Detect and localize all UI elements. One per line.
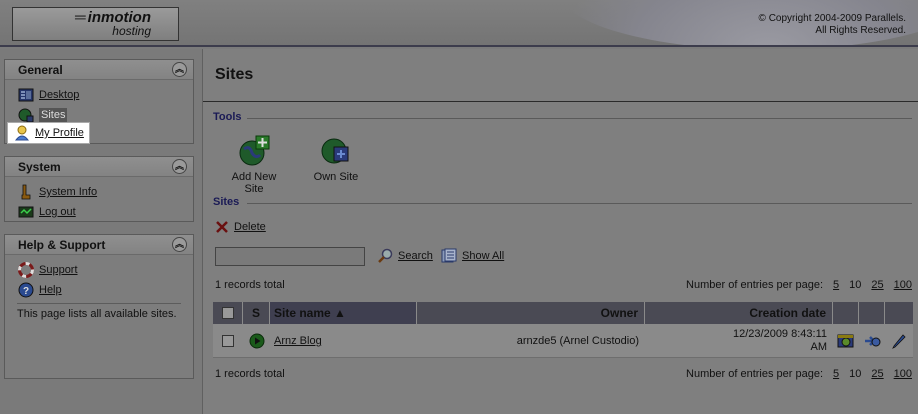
copyright-line1: © Copyright 2004-2009 Parallels.: [758, 13, 906, 24]
search-label[interactable]: Search: [398, 250, 433, 262]
select-all-cell: [213, 302, 243, 324]
tools-section-label: Tools: [213, 111, 242, 123]
help-panel-header: Help & Support ︽: [5, 235, 193, 255]
add-site-icon: [239, 135, 270, 166]
own-site-label: Own Site: [313, 171, 359, 183]
delete-button[interactable]: Delete: [215, 220, 266, 234]
question-icon: ?: [18, 282, 34, 298]
site-control-icon[interactable]: [837, 333, 855, 349]
own-site-icon: [321, 138, 349, 164]
logo-line2: hosting: [112, 24, 151, 38]
add-new-site-label: Add New Site: [231, 171, 277, 195]
lifebuoy-icon: [18, 262, 34, 278]
per-page-option-10: 10: [849, 279, 862, 291]
system-panel: System ︽ System Info Log out: [4, 156, 194, 222]
per-page-option-10-bottom: 10: [849, 368, 862, 380]
help-divider: [17, 303, 181, 304]
per-page-option-100-bottom[interactable]: 100: [894, 368, 912, 380]
per-page-label: Number of entries per page:: [686, 279, 824, 291]
sidebar-item-help-label[interactable]: Help: [39, 284, 62, 296]
copyright-line2: All Rights Reserved.: [815, 25, 906, 36]
sites-icon: [18, 108, 34, 123]
sidebar-item-my-profile-label[interactable]: My Profile: [35, 127, 84, 139]
site-name-link[interactable]: Arnz Blog: [274, 335, 322, 347]
login-site-icon[interactable]: [863, 333, 881, 349]
per-page-option-100[interactable]: 100: [894, 279, 912, 291]
svg-text:?: ?: [23, 286, 29, 297]
system-panel-header: System ︽: [5, 157, 193, 177]
help-description: This page lists all available sites.: [17, 308, 177, 320]
info-icon: [21, 184, 31, 200]
search-input[interactable]: [215, 247, 365, 266]
per-page-option-25[interactable]: 25: [871, 279, 883, 291]
help-panel-title: Help & Support: [18, 238, 106, 252]
sidebar: General ︽ Desktop Sites My Profile Syste…: [0, 49, 202, 414]
sidebar-item-support-label[interactable]: Support: [39, 264, 78, 276]
per-page-option-5[interactable]: 5: [833, 279, 839, 291]
creation-date-value: 12/23/2009 8:43:11 AM: [733, 328, 827, 353]
system-panel-title: System: [18, 160, 61, 174]
table-header: S Site name ▲ Owner Creation date: [213, 302, 913, 324]
tools-divider: [247, 118, 912, 119]
per-page-option-5-bottom[interactable]: 5: [833, 368, 839, 380]
logo-swoosh-icon: ═: [75, 9, 86, 26]
inmotion-logo[interactable]: ═ inmotion hosting: [12, 7, 179, 41]
delete-icon: [216, 221, 228, 233]
sidebar-item-sites-label[interactable]: Sites: [39, 108, 68, 122]
show-all-button[interactable]: Show All: [441, 248, 504, 264]
sites-section-label: Sites: [213, 196, 240, 208]
copyright: © Copyright 2004-2009 Parallels. All Rig…: [759, 13, 906, 37]
general-panel-header: General ︽: [5, 60, 193, 80]
sidebar-item-system-info-label[interactable]: System Info: [39, 186, 97, 198]
creation-date-cell: 12/23/2009 8:43:11 AM: [645, 324, 833, 358]
delete-label[interactable]: Delete: [234, 221, 266, 233]
search-icon: [378, 248, 393, 263]
header: ═ inmotion hosting © Copyright 2004-2009 …: [0, 0, 918, 47]
records-total-top: 1 records total: [215, 279, 285, 291]
column-status[interactable]: S: [243, 302, 270, 324]
sidebar-item-my-profile[interactable]: My Profile: [8, 123, 89, 143]
add-new-site-button[interactable]: Add New Site: [221, 135, 287, 195]
column-owner[interactable]: Owner: [417, 302, 645, 324]
collapse-general-icon[interactable]: ︽: [172, 62, 187, 77]
column-creation-date[interactable]: Creation date: [645, 302, 833, 324]
logout-icon: [18, 206, 34, 218]
sites-divider: [247, 203, 912, 204]
sidebar-item-help[interactable]: ? Help: [18, 282, 62, 298]
help-panel: Help & Support ︽ Support ? Help This pag…: [4, 234, 194, 379]
desktop-icon: [18, 88, 34, 102]
profile-icon: [14, 125, 30, 141]
per-page-top: Number of entries per page: 5 10 25 100: [686, 279, 912, 291]
column-site-name[interactable]: Site name ▲: [270, 302, 417, 324]
table-row: Arnz Blog arnzde5 (Arnel Custodio) 12/23…: [213, 324, 913, 358]
own-site-button[interactable]: Own Site: [311, 135, 361, 183]
select-all-checkbox[interactable]: [221, 307, 234, 319]
edit-pencil-icon[interactable]: [891, 333, 907, 349]
per-page-option-25-bottom[interactable]: 25: [871, 368, 883, 380]
sidebar-item-support[interactable]: Support: [18, 262, 78, 278]
owner-cell: arnzde5 (Arnel Custodio): [516, 335, 639, 347]
show-all-label[interactable]: Show All: [462, 250, 504, 262]
sidebar-item-log-out[interactable]: Log out: [18, 204, 76, 220]
sidebar-item-log-out-label[interactable]: Log out: [39, 206, 76, 218]
row-checkbox[interactable]: [222, 335, 234, 347]
search-button[interactable]: Search: [377, 248, 433, 264]
sidebar-item-sites[interactable]: Sites: [18, 107, 68, 123]
per-page-label-bottom: Number of entries per page:: [686, 368, 824, 380]
records-total-bottom: 1 records total: [215, 368, 285, 380]
sidebar-item-desktop-label[interactable]: Desktop: [39, 89, 79, 101]
collapse-system-icon[interactable]: ︽: [172, 159, 187, 174]
sites-table: S Site name ▲ Owner Creation date Arnz B…: [213, 302, 913, 358]
page-title: Sites: [215, 66, 254, 83]
title-divider: [203, 101, 918, 102]
status-active-icon: [249, 333, 264, 349]
collapse-help-icon[interactable]: ︽: [172, 237, 187, 252]
general-panel-title: General: [18, 63, 63, 77]
show-all-icon: [441, 248, 457, 263]
per-page-bottom: Number of entries per page: 5 10 25 100: [686, 368, 912, 380]
sidebar-item-system-info[interactable]: System Info: [18, 184, 97, 200]
sidebar-item-desktop[interactable]: Desktop: [18, 87, 79, 103]
main-content: Sites Tools Add New Site Own Site Sites …: [202, 49, 918, 414]
